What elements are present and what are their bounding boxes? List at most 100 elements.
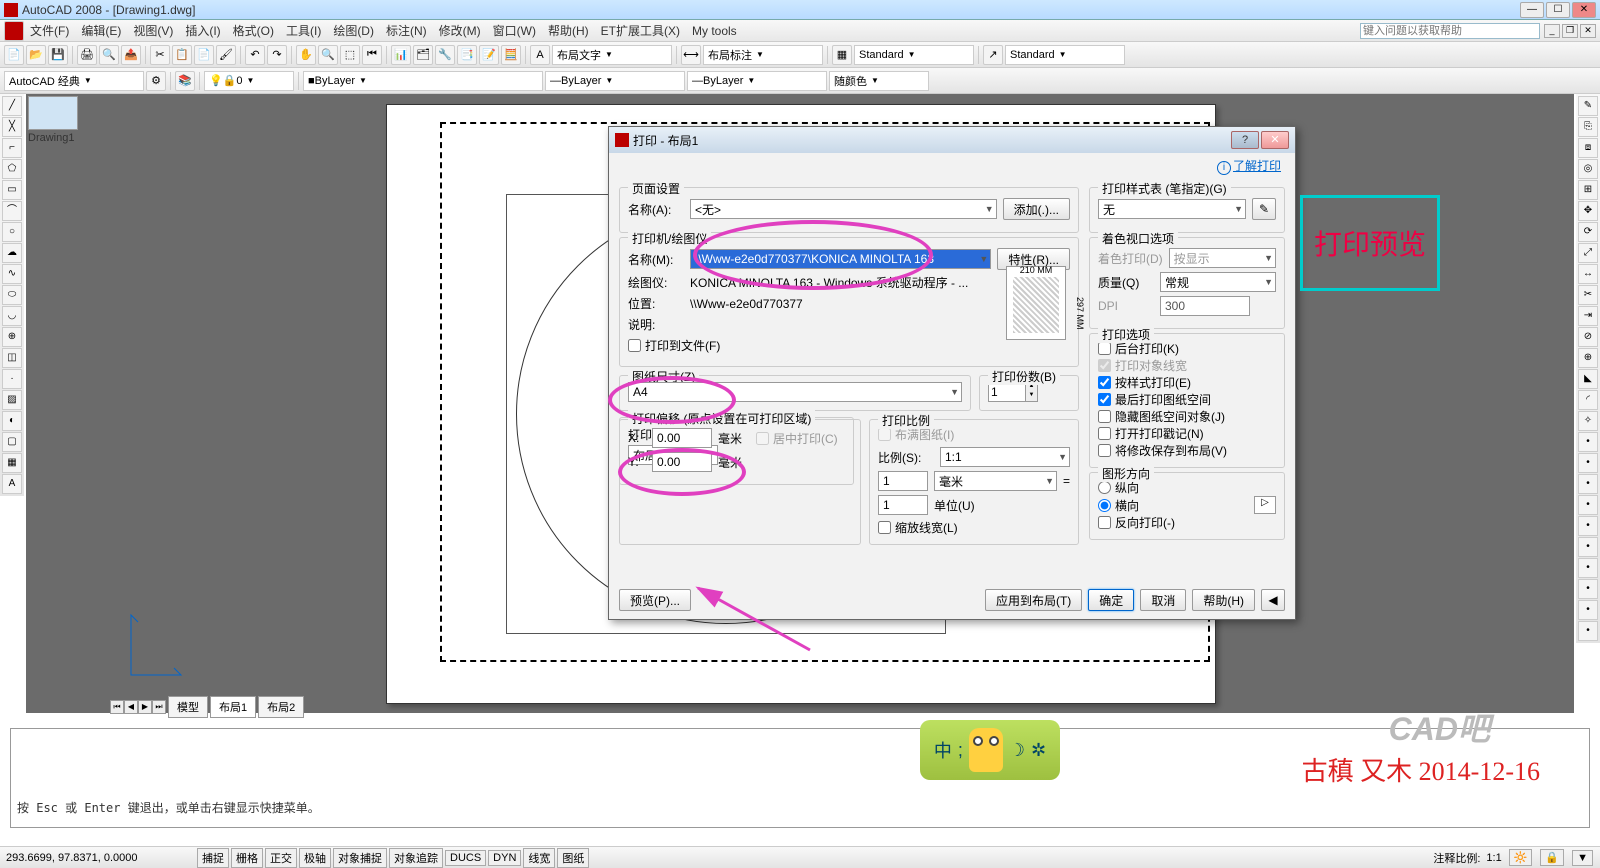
spline-icon[interactable]: ∿ (2, 264, 22, 284)
break-icon[interactable]: ⊘ (1578, 327, 1598, 347)
learn-print-link[interactable]: i了解打印 (1217, 157, 1281, 175)
menu-edit[interactable]: 编辑(E) (75, 20, 127, 41)
rect-icon[interactable]: ▭ (2, 180, 22, 200)
portrait-radio[interactable] (1098, 481, 1111, 494)
open-icon[interactable]: 📂 (26, 45, 46, 65)
copies-spinner[interactable]: ▲▼ (988, 382, 1038, 402)
dialog-close-button[interactable]: ✕ (1261, 131, 1289, 149)
tab-layout2[interactable]: 布局2 (258, 696, 304, 718)
zoomwin-icon[interactable]: ⬚ (340, 45, 360, 65)
page-name-combo[interactable]: <无>▼ (690, 199, 997, 219)
pan-icon[interactable]: ✋ (296, 45, 316, 65)
scale-lw-checkbox[interactable] (878, 521, 891, 534)
ok-button[interactable]: 确定 (1088, 589, 1134, 611)
hide-checkbox[interactable] (1098, 393, 1111, 406)
apply-button[interactable]: 应用到布局(T) (985, 589, 1082, 611)
table-tool-icon[interactable]: ▦ (2, 453, 22, 473)
bg-print-checkbox[interactable] (1098, 342, 1111, 355)
annot-vis-icon[interactable]: 🔆 (1509, 849, 1533, 866)
array-icon[interactable]: ⊞ (1578, 180, 1598, 200)
dc-icon[interactable]: 🗂 (413, 45, 433, 65)
explode-icon[interactable]: ✧ (1578, 411, 1598, 431)
mirror-icon[interactable]: ⧈ (1578, 138, 1598, 158)
gradient-icon[interactable]: ◐ (2, 411, 22, 431)
dyn-toggle[interactable]: DYN (488, 850, 521, 866)
plotstyle-edit-button[interactable]: ✎ (1252, 198, 1276, 220)
menu-view[interactable]: 视图(V) (127, 20, 179, 41)
join-icon[interactable]: ⊕ (1578, 348, 1598, 368)
collapse-button[interactable]: ◀ (1261, 589, 1285, 611)
undo-icon[interactable]: ↶ (245, 45, 265, 65)
minimize-button[interactable]: — (1520, 2, 1544, 18)
linetype2-combo[interactable]: — ByLayer▼ (545, 71, 685, 91)
pline-icon[interactable]: ⌐ (2, 138, 22, 158)
mdi-minimize[interactable]: _ (1544, 24, 1560, 38)
dialog-help-button[interactable]: ? (1231, 131, 1259, 149)
menu-et[interactable]: ET扩展工具(X) (595, 20, 686, 41)
move-icon[interactable]: ✥ (1578, 201, 1598, 221)
text-tool-icon[interactable]: A (530, 45, 550, 65)
m4-icon[interactable]: • (1578, 495, 1598, 515)
drawing-tab[interactable]: Drawing1 (26, 94, 106, 144)
chamfer-icon[interactable]: ◣ (1578, 369, 1598, 389)
region-icon[interactable]: ▢ (2, 432, 22, 452)
tab-nav-last[interactable]: ⏭ (152, 700, 166, 714)
snap-toggle[interactable]: 捕捉 (197, 848, 229, 868)
new-icon[interactable]: 📄 (4, 45, 24, 65)
save-checkbox[interactable] (1098, 444, 1111, 457)
polygon-icon[interactable]: ⬠ (2, 159, 22, 179)
help-button[interactable]: 帮助(H) (1192, 589, 1255, 611)
mdi-restore[interactable]: ❐ (1562, 24, 1578, 38)
menu-window[interactable]: 窗口(W) (487, 20, 542, 41)
tab-layout1[interactable]: 布局1 (210, 696, 256, 718)
trim-icon[interactable]: ✂ (1578, 285, 1598, 305)
m10-icon[interactable]: • (1578, 621, 1598, 641)
m8-icon[interactable]: • (1578, 579, 1598, 599)
plotstyle-combo[interactable]: 无▼ (1098, 199, 1246, 219)
menu-modify[interactable]: 修改(M) (433, 20, 487, 41)
ortho-toggle[interactable]: 正交 (265, 848, 297, 868)
ellipsearc-icon[interactable]: ◡ (2, 306, 22, 326)
status-tray-icon[interactable]: ▼ (1572, 850, 1593, 866)
ducs-toggle[interactable]: DUCS (445, 850, 486, 866)
m3-icon[interactable]: • (1578, 474, 1598, 494)
markup-icon[interactable]: 📝 (479, 45, 499, 65)
erase-icon[interactable]: ✎ (1578, 96, 1598, 116)
stretch-icon[interactable]: ↔ (1578, 264, 1598, 284)
calc-icon[interactable]: 🧮 (501, 45, 521, 65)
add-page-button[interactable]: 添加(.)... (1003, 198, 1070, 220)
offset-icon[interactable]: ◎ (1578, 159, 1598, 179)
rotate-icon[interactable]: ⟳ (1578, 222, 1598, 242)
scale-unit-input[interactable] (878, 495, 928, 515)
block-icon[interactable]: ◫ (2, 348, 22, 368)
extend-icon[interactable]: ⇥ (1578, 306, 1598, 326)
revcloud-icon[interactable]: ☁ (2, 243, 22, 263)
scale-unit-combo[interactable]: 毫米▼ (934, 471, 1057, 491)
app-menu-icon[interactable] (4, 21, 24, 41)
tools-icon[interactable]: 🔧 (435, 45, 455, 65)
lwt-toggle[interactable]: 线宽 (523, 848, 555, 868)
print-to-file-checkbox[interactable] (628, 339, 641, 352)
tab-model[interactable]: 模型 (168, 696, 208, 718)
mdi-close[interactable]: ✕ (1580, 24, 1596, 38)
arc-icon[interactable]: ⌒ (2, 201, 22, 221)
menu-mytools[interactable]: My tools (686, 22, 743, 40)
copy-icon[interactable]: 📋 (172, 45, 192, 65)
printer-name-combo[interactable]: \\Www-e2e0d770377\KONICA MINOLTA 163▼ (690, 249, 991, 269)
layer-props-icon[interactable]: 📚 (175, 71, 195, 91)
insert-icon[interactable]: ⊕ (2, 327, 22, 347)
osnap-toggle[interactable]: 对象捕捉 (333, 848, 387, 868)
scale-icon[interactable]: ⤢ (1578, 243, 1598, 263)
hatch-icon[interactable]: ▨ (2, 390, 22, 410)
menu-format[interactable]: 格式(O) (227, 20, 280, 41)
offset-y-input[interactable] (652, 452, 712, 472)
workspace-combo[interactable]: AutoCAD 经典▼ (4, 71, 144, 91)
grid-toggle[interactable]: 栅格 (231, 848, 263, 868)
linetype-combo[interactable]: ■ ByLayer▼ (303, 71, 543, 91)
publish-icon[interactable]: 📤 (121, 45, 141, 65)
menu-help[interactable]: 帮助(H) (542, 20, 595, 41)
quality-combo[interactable]: 常规▼ (1160, 272, 1276, 292)
landscape-radio[interactable] (1098, 499, 1111, 512)
dimstyle-combo[interactable]: 布局标注▼ (703, 45, 823, 65)
preview-icon[interactable]: 🔍 (99, 45, 119, 65)
